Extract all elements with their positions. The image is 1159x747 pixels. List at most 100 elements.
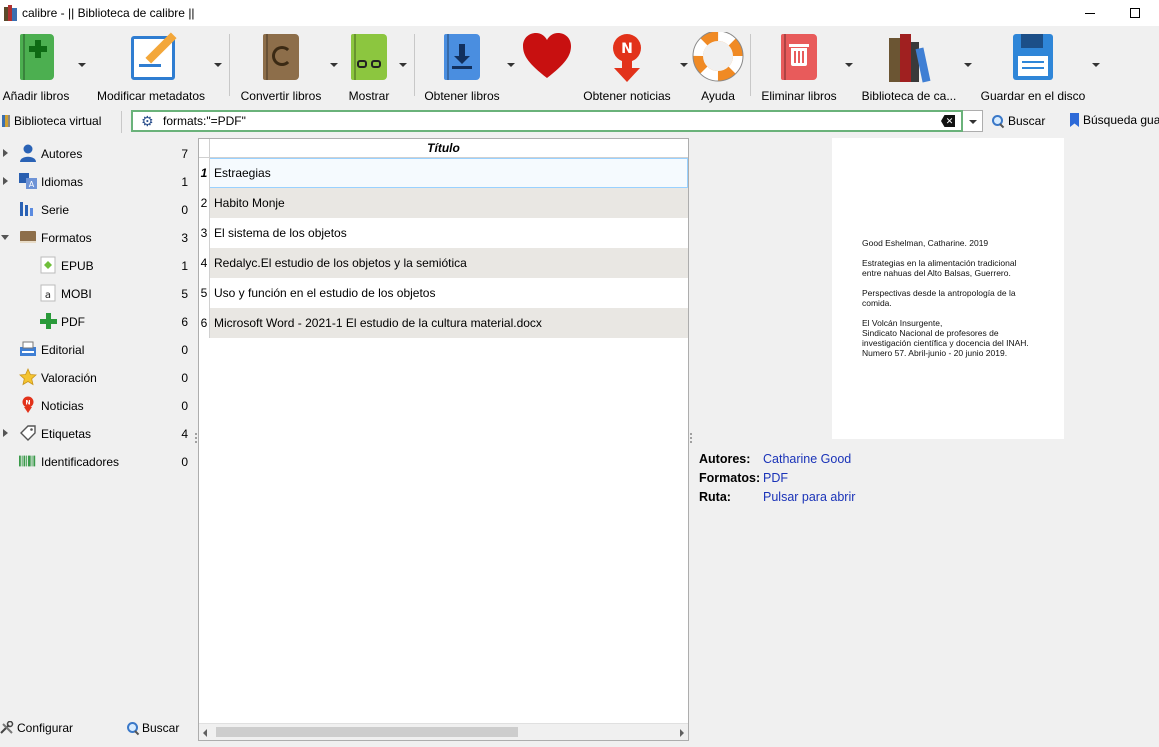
donate-button[interactable] (520, 26, 574, 104)
epub-icon (39, 256, 57, 274)
tag-formats[interactable]: Formatos 3 (0, 223, 194, 251)
edit-metadata-button[interactable]: Modificar metadatos (93, 26, 209, 104)
tag-name: PDF (61, 315, 85, 329)
remove-books-button[interactable]: Eliminar libros (757, 26, 841, 104)
tag-news[interactable]: N Noticias 0 (0, 391, 194, 419)
column-title-label: Título (427, 141, 460, 155)
series-icon (19, 200, 37, 218)
scroll-left-icon[interactable] (203, 729, 207, 737)
configure-label: Configurar (17, 721, 74, 735)
scroll-right-icon[interactable] (680, 729, 684, 737)
tag-format-mobi[interactable]: a MOBI 5 (0, 279, 194, 307)
add-books-button[interactable]: Añadir libros (0, 26, 72, 104)
cover-line: Estrategias en la alimentación tradicion… (862, 258, 1017, 278)
fetch-news-dropdown[interactable] (680, 63, 688, 67)
get-books-dropdown[interactable] (507, 63, 515, 67)
view-dropdown[interactable] (399, 63, 407, 67)
add-books-dropdown[interactable] (78, 63, 86, 67)
search-separator (121, 111, 122, 133)
main-toolbar: Añadir libros Modificar metadatos Conver… (0, 26, 1159, 106)
tag-format-pdf[interactable]: PDF 6 (0, 307, 194, 335)
maximize-button[interactable] (1112, 0, 1158, 26)
save-to-disk-button[interactable]: Guardar en el disco (978, 26, 1088, 104)
tag-icon (19, 424, 37, 442)
tag-authors[interactable]: Autores 7 (0, 139, 194, 167)
right-splitter-handle[interactable] (690, 433, 692, 443)
get-books-button[interactable]: Obtener libros (422, 26, 502, 104)
virtual-library-icon (2, 115, 10, 127)
tag-search-button[interactable]: Buscar (127, 721, 179, 735)
book-row[interactable]: 5 Uso y función en el estudio de los obj… (199, 278, 688, 308)
book-row[interactable]: 4 Redalyc.El estudio de los objetos y la… (199, 248, 688, 278)
tag-rating[interactable]: Valoración 0 (0, 363, 194, 391)
title-column-header[interactable]: Título (199, 139, 688, 158)
book-title: Uso y función en el estudio de los objet… (214, 286, 436, 300)
tag-count: 0 (181, 343, 188, 357)
tag-count: 0 (181, 203, 188, 217)
horizontal-scrollbar[interactable] (199, 723, 688, 740)
virtual-library-label: Biblioteca virtual (14, 114, 102, 128)
convert-books-label: Convertir libros (240, 89, 322, 103)
convert-books-dropdown[interactable] (330, 63, 338, 67)
author-link[interactable]: Catharine Good (763, 452, 851, 466)
book-row[interactable]: 6 Microsoft Word - 2021-1 El estudio de … (199, 308, 688, 338)
expand-arrow-icon[interactable] (3, 149, 8, 157)
tag-identifiers[interactable]: Identificadores 0 (0, 447, 194, 475)
cover-line: El Volcán Insurgente, Sindicato Nacional… (862, 318, 1029, 358)
toolbar-separator (229, 34, 230, 96)
view-label: Mostrar (348, 89, 390, 103)
details-authors-row: Autores: Catharine Good (699, 452, 1139, 471)
gear-icon[interactable]: ⚙ (141, 114, 155, 128)
left-splitter-handle[interactable] (195, 433, 197, 443)
maximize-icon (1130, 8, 1140, 18)
formats-book-icon (19, 228, 37, 246)
search-button[interactable]: Buscar (992, 114, 1045, 128)
search-input[interactable] (163, 114, 923, 128)
scroll-thumb[interactable] (216, 727, 518, 737)
open-path-link[interactable]: Pulsar para abrir (763, 490, 855, 504)
edit-metadata-dropdown[interactable] (214, 63, 222, 67)
configure-button[interactable]: Configurar (0, 721, 73, 735)
library-dropdown[interactable] (964, 63, 972, 67)
help-button[interactable]: Ayuda (692, 26, 744, 104)
book-row[interactable]: 3 El sistema de los objetos (199, 218, 688, 248)
minimize-button[interactable] (1067, 0, 1113, 26)
format-link[interactable]: PDF (763, 471, 788, 485)
search-history-dropdown[interactable] (963, 110, 983, 132)
book-title: Habito Monje (214, 196, 285, 210)
saved-searches-button[interactable]: Búsqueda gua (1070, 113, 1159, 127)
view-button[interactable]: Mostrar (343, 26, 395, 104)
book-row[interactable]: 1 Estraegias (199, 158, 688, 188)
tag-series[interactable]: Serie 0 (0, 195, 194, 223)
convert-books-button[interactable]: Convertir libros (237, 26, 325, 104)
tag-publisher[interactable]: Editorial 0 (0, 335, 194, 363)
book-cover[interactable]: Good Eshelman, Catharine. 2019 Estrategi… (832, 138, 1064, 439)
clear-search-icon[interactable]: ✕ (941, 115, 955, 127)
collapse-arrow-icon[interactable] (1, 235, 9, 240)
expand-arrow-icon[interactable] (3, 429, 8, 437)
tag-name: Autores (41, 147, 83, 161)
tag-format-epub[interactable]: EPUB 1 (0, 251, 194, 279)
save-to-disk-dropdown[interactable] (1092, 63, 1100, 67)
virtual-library-button[interactable]: Biblioteca virtual (2, 114, 101, 128)
edit-metadata-label: Modificar metadatos (96, 89, 206, 103)
remove-books-dropdown[interactable] (845, 63, 853, 67)
svg-text:a: a (45, 290, 51, 301)
row-number: 2 (199, 188, 210, 218)
lifebuoy-icon (692, 30, 744, 86)
star-icon (19, 368, 37, 386)
fetch-news-button[interactable]: N Obtener noticias (580, 26, 674, 104)
tag-count: 1 (181, 259, 188, 273)
search-box[interactable]: ⚙ ✕ (131, 110, 963, 132)
news-icon: N (19, 396, 37, 414)
tools-icon (0, 721, 14, 734)
tag-tags[interactable]: Etiquetas 4 (0, 419, 194, 447)
title-bar: calibre - || Biblioteca de calibre || (0, 0, 1159, 26)
tag-name: Idiomas (41, 175, 84, 189)
tag-count: 0 (181, 371, 188, 385)
floppy-disk-icon (1007, 32, 1059, 86)
library-button[interactable]: Biblioteca de ca... (860, 26, 958, 104)
expand-arrow-icon[interactable] (3, 177, 8, 185)
tag-languages[interactable]: A Idiomas 1 (0, 167, 194, 195)
book-row[interactable]: 2 Habito Monje (199, 188, 688, 218)
